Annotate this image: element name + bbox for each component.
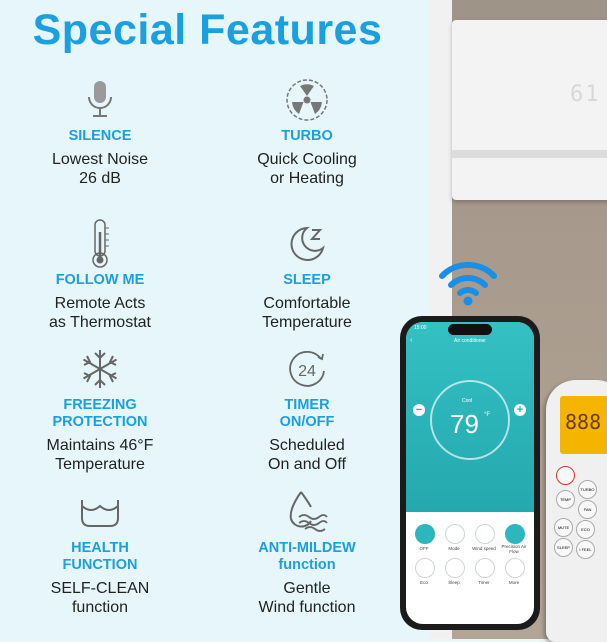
precision-air-flow-button[interactable] bbox=[505, 524, 525, 544]
snowflake-icon bbox=[5, 343, 195, 395]
remote-fan-button[interactable]: FAN bbox=[578, 500, 597, 519]
remote-lcd-digits: 888 bbox=[565, 410, 602, 434]
feature-label: FOLLOW ME bbox=[55, 272, 145, 288]
remote-mute-button[interactable]: MUTE bbox=[554, 518, 573, 537]
ac-display: 61 bbox=[570, 82, 601, 107]
button-label: More bbox=[508, 580, 520, 585]
remote-sleep-button[interactable]: SLEEP bbox=[554, 538, 573, 557]
minus-button[interactable]: − bbox=[413, 404, 425, 416]
feature-label: SLEEP bbox=[283, 272, 331, 288]
remote-eco-button[interactable]: ECO bbox=[576, 520, 595, 539]
sleep-button[interactable] bbox=[445, 558, 465, 578]
feature-description: SELF-CLEAN function bbox=[50, 580, 150, 616]
temperature-unit: °F bbox=[484, 412, 491, 418]
more-button[interactable] bbox=[505, 558, 525, 578]
feature-freezing-protection: FREEZING PROTECTION Maintains 46°F Tempera… bbox=[5, 343, 195, 474]
eco-button[interactable] bbox=[415, 558, 435, 578]
remote-ifeel-button[interactable]: I FEEL bbox=[576, 540, 595, 559]
feature-description: Maintains 46°F Temperature bbox=[46, 437, 154, 473]
mode-label: Cool bbox=[462, 398, 473, 404]
feature-description: Gentle Wind function bbox=[258, 580, 356, 616]
sleep-moon-icon bbox=[212, 218, 402, 270]
wifi-icon bbox=[439, 261, 497, 306]
feature-label: ANTI-MILDEW function bbox=[258, 540, 356, 573]
button-label: Timer bbox=[478, 580, 490, 585]
timer-button[interactable] bbox=[475, 558, 495, 578]
feature-label: FREEZING PROTECTION bbox=[52, 397, 148, 430]
phone-notch bbox=[448, 324, 492, 335]
microphone-icon bbox=[5, 74, 195, 126]
feature-anti-mildew: ANTI-MILDEW function Gentle Wind function bbox=[212, 486, 402, 617]
feature-description: Scheduled On and Off bbox=[268, 437, 346, 473]
app-screen: 15:00 Air conditioner ‹ Cool 79 °F − + O… bbox=[406, 322, 534, 624]
feature-description: Lowest Noise 26 dB bbox=[51, 151, 149, 187]
app-title: Air conditioner bbox=[454, 338, 486, 344]
plus-button[interactable]: + bbox=[514, 404, 526, 416]
feature-label: HEALTH FUNCTION bbox=[62, 540, 138, 573]
feature-description: Quick Cooling or Heating bbox=[257, 151, 357, 187]
button-label: OFF bbox=[419, 546, 429, 551]
feature-description: Comfortable Temperature bbox=[262, 295, 352, 331]
feature-sleep: SLEEP Comfortable Temperature bbox=[212, 218, 402, 332]
button-label: Eco bbox=[420, 580, 428, 585]
temperature-value: 79 bbox=[450, 409, 479, 439]
feature-label: SILENCE bbox=[68, 128, 132, 144]
water-drop-icon bbox=[212, 486, 402, 538]
basin-icon bbox=[5, 486, 195, 538]
wall-air-conditioner bbox=[452, 20, 607, 200]
feature-follow-me: FOLLOW ME Remote Acts as Thermostat bbox=[5, 218, 195, 332]
status-time: 15:00 bbox=[414, 325, 427, 331]
ac-vent bbox=[452, 150, 607, 158]
turbo-fan-icon bbox=[212, 74, 402, 126]
button-label: Mode bbox=[448, 546, 460, 551]
feature-timer: 24 TIMER ON/OFF Scheduled On and Off bbox=[212, 343, 402, 474]
mode-button[interactable] bbox=[445, 524, 465, 544]
feature-label: TIMER ON/OFF bbox=[279, 397, 335, 430]
remote-temp-button[interactable]: TEMP bbox=[556, 490, 575, 509]
button-label: Precision Air Flow bbox=[501, 544, 527, 554]
thermometer-icon bbox=[5, 218, 195, 270]
feature-silence: SILENCE Lowest Noise 26 dB bbox=[5, 74, 195, 188]
remote-turbo-button[interactable]: TURBO bbox=[578, 480, 597, 499]
page-title: Special Features bbox=[32, 6, 383, 54]
feature-description: Remote Acts as Thermostat bbox=[49, 295, 151, 331]
back-icon[interactable]: ‹ bbox=[410, 337, 412, 344]
feature-health: HEALTH FUNCTION SELF-CLEAN function bbox=[5, 486, 195, 617]
feature-turbo: TURBO Quick Cooling or Heating bbox=[212, 74, 402, 188]
button-label: Sleep bbox=[448, 580, 460, 585]
remote-power-button[interactable] bbox=[556, 466, 575, 485]
24-hour-clock-icon: 24 bbox=[212, 343, 402, 395]
feature-label: TURBO bbox=[281, 128, 333, 144]
power-button[interactable] bbox=[415, 524, 435, 544]
wind-speed-button[interactable] bbox=[475, 524, 495, 544]
svg-text:24: 24 bbox=[298, 363, 316, 380]
button-label: Wind speed bbox=[472, 546, 496, 551]
